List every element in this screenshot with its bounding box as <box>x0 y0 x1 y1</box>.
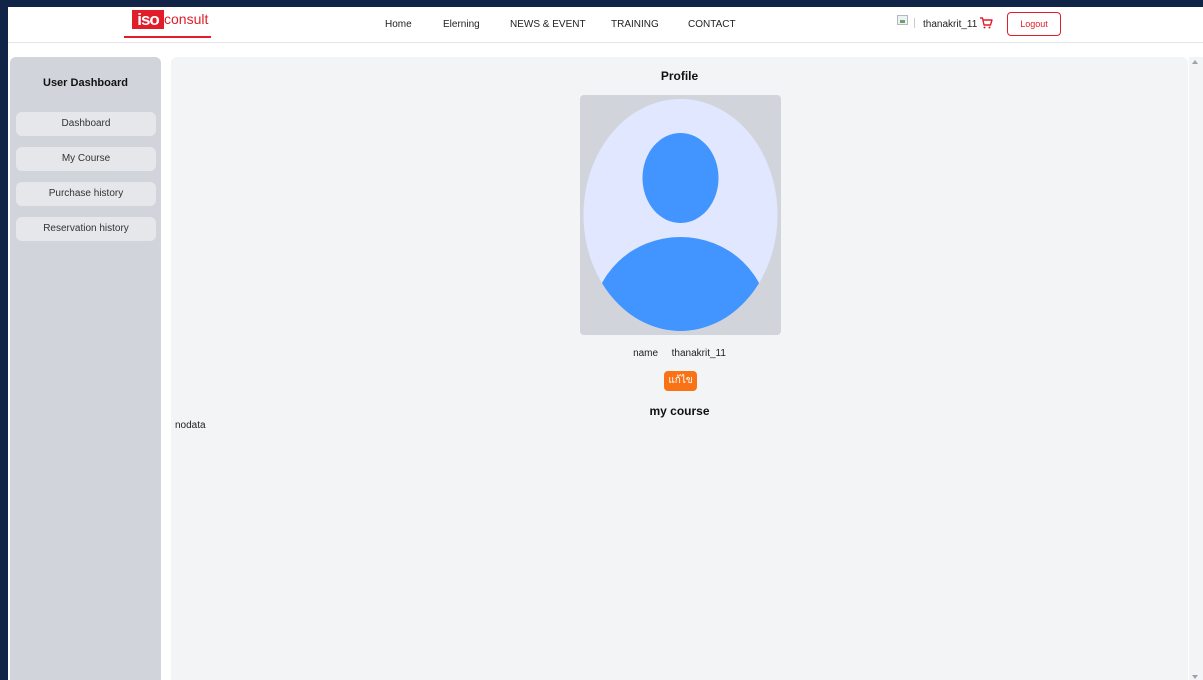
vertical-scrollbar[interactable] <box>1189 57 1203 680</box>
page-frame: iso consult Home Elerning NEWS & EVENT T… <box>8 7 1203 680</box>
logout-button[interactable]: Logout <box>1007 12 1061 36</box>
edit-profile-button[interactable]: แก้ไข <box>664 371 697 391</box>
name-value: thanakrit_11 <box>671 348 726 359</box>
sidebar-item-reservation-history[interactable]: Reservation history <box>16 217 156 241</box>
main-content: Profile name thanakrit_11 แก้ไข my cours… <box>171 57 1188 680</box>
user-avatar-broken-image <box>897 15 908 25</box>
default-user-icon <box>583 99 778 331</box>
sidebar-item-my-course[interactable]: My Course <box>16 147 156 171</box>
profile-name-row: name thanakrit_11 <box>171 348 1188 359</box>
nav-news-event[interactable]: NEWS & EVENT <box>510 19 586 30</box>
profile-avatar <box>580 95 781 335</box>
user-sidebar: User Dashboard Dashboard My Course Purch… <box>10 57 161 680</box>
profile-title: Profile <box>660 69 699 83</box>
top-header: iso consult Home Elerning NEWS & EVENT T… <box>8 7 1203 43</box>
nav-contact[interactable]: CONTACT <box>688 19 736 30</box>
sidebar-item-dashboard[interactable]: Dashboard <box>16 112 156 136</box>
nav-home[interactable]: Home <box>385 19 412 30</box>
cart-icon[interactable] <box>979 16 993 30</box>
header-username[interactable]: thanakrit_11 <box>923 19 977 30</box>
no-data-text: nodata <box>175 420 206 431</box>
nav-training[interactable]: TRAINING <box>611 19 659 30</box>
scroll-down-arrow-icon[interactable] <box>1192 675 1198 679</box>
sidebar-title: User Dashboard <box>43 77 128 89</box>
header-separator <box>914 18 915 28</box>
name-label: name <box>633 348 659 359</box>
my-course-title: my course <box>649 404 710 418</box>
sidebar-item-purchase-history[interactable]: Purchase history <box>16 182 156 206</box>
nav-elerning[interactable]: Elerning <box>443 19 480 30</box>
scroll-up-arrow-icon[interactable] <box>1192 60 1198 64</box>
